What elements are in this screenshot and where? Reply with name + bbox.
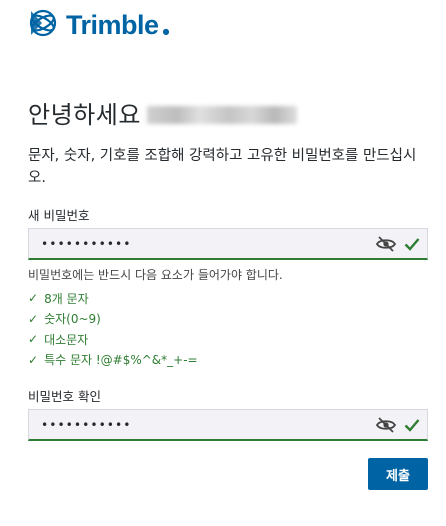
password-instruction: 문자, 숫자, 기호를 조합해 강력하고 고유한 비밀번호를 만드십시오. bbox=[28, 148, 417, 186]
checkmark-icon: ✓ bbox=[28, 352, 39, 367]
brand-name: Trimble bbox=[66, 9, 159, 40]
confirm-password-input[interactable] bbox=[29, 410, 375, 439]
confirm-password-label: 비밀번호 확인 bbox=[28, 389, 101, 404]
confirm-password-field[interactable] bbox=[28, 409, 428, 441]
registered-mark: ● bbox=[162, 27, 170, 36]
checkmark-icon: ✓ bbox=[28, 311, 39, 326]
checkmark-icon bbox=[403, 415, 421, 435]
requirements-title: 비밀번호에는 반드시 다음 요소가 들어가야 합니다. bbox=[28, 268, 283, 282]
submit-button[interactable]: 제출 bbox=[368, 458, 428, 490]
requirement-label: 숫자(0~9) bbox=[44, 312, 101, 327]
requirement-item: ✓ 숫자(0~9) bbox=[28, 309, 198, 330]
greeting-text: 안녕하세요 bbox=[28, 101, 141, 129]
new-password-label: 새 비밀번호 bbox=[28, 208, 90, 223]
eye-slash-icon[interactable] bbox=[375, 415, 397, 435]
trimble-globe-icon bbox=[28, 8, 62, 42]
checkmark-icon bbox=[403, 234, 421, 254]
requirement-label: 8개 문자 bbox=[44, 291, 89, 306]
checkmark-icon: ✓ bbox=[28, 291, 39, 306]
eye-slash-icon[interactable] bbox=[375, 234, 397, 254]
greeting-heading: 안녕하세요 bbox=[28, 95, 297, 130]
requirement-item: ✓ 8개 문자 bbox=[28, 288, 198, 309]
requirement-item: ✓ 특수 문자 !@#$%^&*_+-= bbox=[28, 350, 198, 371]
requirement-item: ✓ 대소문자 bbox=[28, 329, 198, 350]
checkmark-icon: ✓ bbox=[28, 332, 39, 347]
requirement-label: 대소문자 bbox=[44, 332, 89, 347]
redacted-user-name bbox=[146, 105, 297, 124]
new-password-input[interactable] bbox=[29, 229, 375, 258]
requirements-list: ✓ 8개 문자 ✓ 숫자(0~9) ✓ 대소문자 ✓ 특수 문자 !@#$%^&… bbox=[28, 288, 198, 370]
trimble-logo: Trimble ● bbox=[28, 8, 170, 42]
requirement-label: 특수 문자 !@#$%^&*_+-= bbox=[44, 353, 198, 368]
new-password-field[interactable] bbox=[28, 228, 428, 260]
